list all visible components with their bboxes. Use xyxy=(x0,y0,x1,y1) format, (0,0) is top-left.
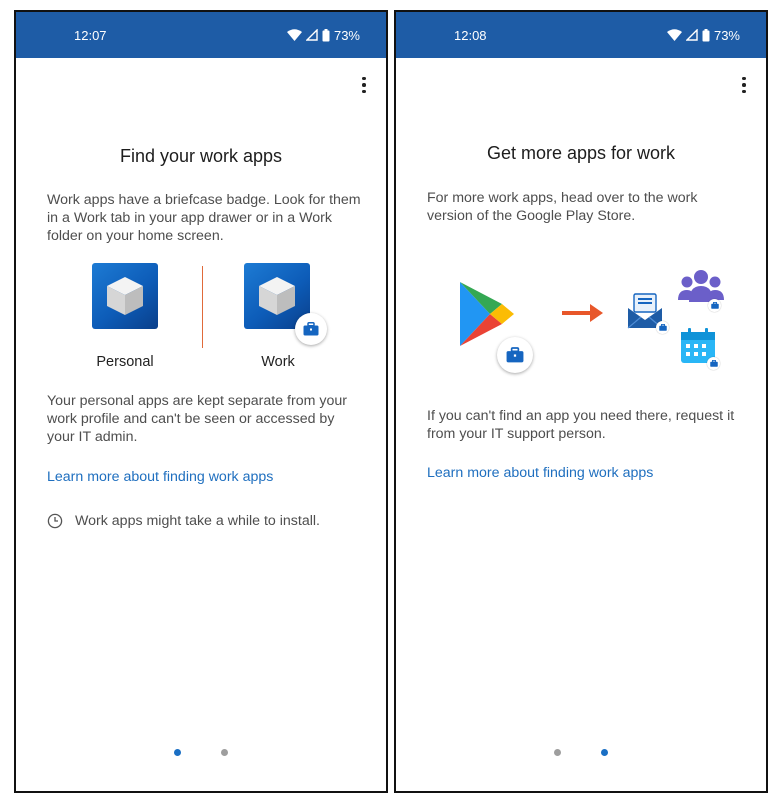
install-note: Work apps might take a while to install. xyxy=(47,513,320,529)
arrow-right-icon xyxy=(562,304,603,322)
status-time: 12:08 xyxy=(454,27,487,43)
install-note-text: Work apps might take a while to install. xyxy=(75,513,320,529)
play-work-badge xyxy=(497,337,533,373)
status-icons: 73% xyxy=(666,27,740,43)
phone-screen-find-work-apps: 12:07 73% Find your work apps Work apps … xyxy=(14,10,388,793)
cell-signal-icon xyxy=(305,29,318,41)
people-work-badge xyxy=(708,299,721,312)
cube-app-icon xyxy=(107,277,143,315)
page-dot-2[interactable] xyxy=(601,749,608,756)
briefcase-icon xyxy=(506,347,524,363)
calendar-work-badge xyxy=(707,357,720,370)
personal-app-tile xyxy=(92,263,158,329)
intro-text: Work apps have a briefcase badge. Look f… xyxy=(47,192,361,244)
tile-divider xyxy=(202,266,203,348)
battery-icon xyxy=(322,28,330,41)
separate-text: Your personal apps are kept separate fro… xyxy=(47,393,347,445)
page-title: Get more apps for work xyxy=(486,143,676,163)
briefcase-icon xyxy=(709,360,718,367)
briefcase-icon xyxy=(658,324,667,331)
briefcase-icon xyxy=(303,322,319,336)
page-title: Find your work apps xyxy=(119,146,283,166)
learn-more-link[interactable]: Learn more about finding work apps xyxy=(427,465,653,481)
learn-more-link[interactable]: Learn more about finding work apps xyxy=(47,469,273,485)
cube-app-icon xyxy=(259,277,295,315)
briefcase-icon xyxy=(710,302,719,309)
status-icons: 73% xyxy=(286,27,360,43)
help-text: If you can't find an app you need there,… xyxy=(427,408,735,442)
more-vert-icon[interactable] xyxy=(356,74,372,96)
page-indicator xyxy=(16,749,386,756)
mail-work-badge xyxy=(656,321,669,334)
page-dot-1[interactable] xyxy=(174,749,181,756)
clock-icon xyxy=(47,513,63,529)
more-vert-icon[interactable] xyxy=(736,74,752,96)
status-bar: 12:08 73% xyxy=(396,12,766,58)
intro-text: For more work apps, head over to the wor… xyxy=(427,190,698,224)
work-badge xyxy=(295,313,327,345)
page-indicator xyxy=(396,749,766,756)
status-bar: 12:07 73% xyxy=(16,12,386,58)
page-dot-1[interactable] xyxy=(554,749,561,756)
wifi-icon xyxy=(286,29,302,41)
battery-icon xyxy=(702,28,710,41)
work-label: Work xyxy=(261,354,295,370)
battery-percent: 73% xyxy=(333,27,360,43)
battery-percent: 73% xyxy=(713,27,740,43)
phone-screen-get-more-apps: 12:08 73% Get more apps for work For mor… xyxy=(394,10,768,793)
wifi-icon xyxy=(666,29,682,41)
status-time: 12:07 xyxy=(74,27,107,43)
cell-signal-icon xyxy=(685,29,698,41)
page-dot-2[interactable] xyxy=(221,749,228,756)
personal-label: Personal xyxy=(96,354,154,370)
